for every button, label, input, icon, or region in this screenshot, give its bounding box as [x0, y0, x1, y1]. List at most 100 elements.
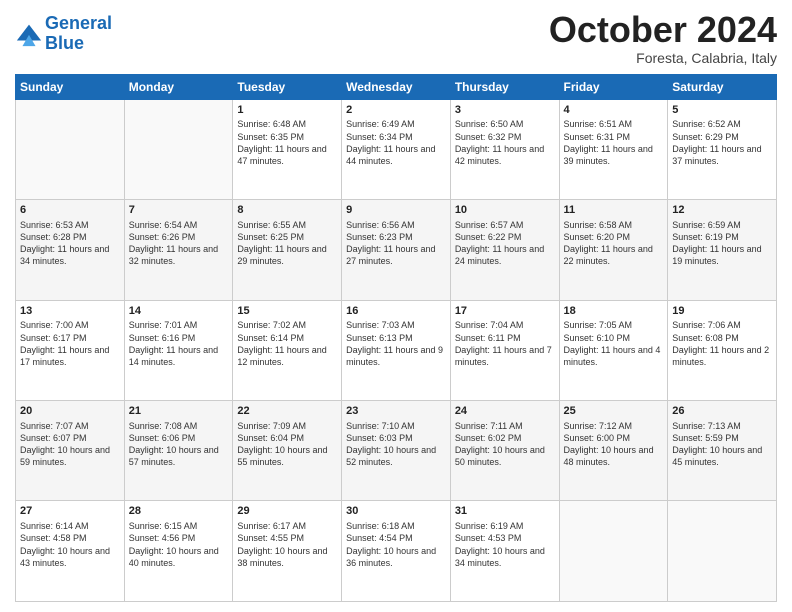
day-info: Sunrise: 6:59 AMSunset: 6:19 PMDaylight:… [672, 219, 772, 268]
col-friday: Friday [559, 74, 668, 99]
day-info: Sunrise: 7:09 AMSunset: 6:04 PMDaylight:… [237, 420, 337, 469]
col-thursday: Thursday [450, 74, 559, 99]
day-info: Sunrise: 6:19 AMSunset: 4:53 PMDaylight:… [455, 520, 555, 569]
day-number: 8 [237, 203, 337, 218]
calendar-cell: 22Sunrise: 7:09 AMSunset: 6:04 PMDayligh… [233, 401, 342, 501]
calendar-cell: 26Sunrise: 7:13 AMSunset: 5:59 PMDayligh… [668, 401, 777, 501]
calendar-cell: 24Sunrise: 7:11 AMSunset: 6:02 PMDayligh… [450, 401, 559, 501]
calendar-table: Sunday Monday Tuesday Wednesday Thursday… [15, 74, 777, 602]
day-number: 15 [237, 304, 337, 319]
calendar-header-row: Sunday Monday Tuesday Wednesday Thursday… [16, 74, 777, 99]
day-number: 30 [346, 504, 446, 519]
calendar-cell: 20Sunrise: 7:07 AMSunset: 6:07 PMDayligh… [16, 401, 125, 501]
day-number: 4 [564, 103, 664, 118]
day-number: 7 [129, 203, 229, 218]
calendar-cell: 15Sunrise: 7:02 AMSunset: 6:14 PMDayligh… [233, 300, 342, 400]
calendar-cell: 18Sunrise: 7:05 AMSunset: 6:10 PMDayligh… [559, 300, 668, 400]
location-subtitle: Foresta, Calabria, Italy [549, 50, 777, 66]
col-tuesday: Tuesday [233, 74, 342, 99]
day-info: Sunrise: 6:49 AMSunset: 6:34 PMDaylight:… [346, 118, 446, 167]
day-info: Sunrise: 7:06 AMSunset: 6:08 PMDaylight:… [672, 319, 772, 368]
day-info: Sunrise: 6:56 AMSunset: 6:23 PMDaylight:… [346, 219, 446, 268]
calendar-cell: 27Sunrise: 6:14 AMSunset: 4:58 PMDayligh… [16, 501, 125, 602]
calendar-cell: 21Sunrise: 7:08 AMSunset: 6:06 PMDayligh… [124, 401, 233, 501]
day-number: 6 [20, 203, 120, 218]
day-info: Sunrise: 6:18 AMSunset: 4:54 PMDaylight:… [346, 520, 446, 569]
col-saturday: Saturday [668, 74, 777, 99]
day-number: 16 [346, 304, 446, 319]
calendar-cell: 11Sunrise: 6:58 AMSunset: 6:20 PMDayligh… [559, 200, 668, 300]
day-number: 13 [20, 304, 120, 319]
day-info: Sunrise: 7:03 AMSunset: 6:13 PMDaylight:… [346, 319, 446, 368]
day-number: 24 [455, 404, 555, 419]
logo: General Blue [15, 14, 112, 54]
day-number: 27 [20, 504, 120, 519]
logo-icon [15, 20, 43, 48]
day-number: 31 [455, 504, 555, 519]
calendar-cell: 14Sunrise: 7:01 AMSunset: 6:16 PMDayligh… [124, 300, 233, 400]
day-number: 20 [20, 404, 120, 419]
day-info: Sunrise: 7:07 AMSunset: 6:07 PMDaylight:… [20, 420, 120, 469]
calendar-cell: 3Sunrise: 6:50 AMSunset: 6:32 PMDaylight… [450, 99, 559, 199]
day-info: Sunrise: 7:11 AMSunset: 6:02 PMDaylight:… [455, 420, 555, 469]
calendar-cell: 2Sunrise: 6:49 AMSunset: 6:34 PMDaylight… [342, 99, 451, 199]
day-info: Sunrise: 6:55 AMSunset: 6:25 PMDaylight:… [237, 219, 337, 268]
day-info: Sunrise: 7:13 AMSunset: 5:59 PMDaylight:… [672, 420, 772, 469]
calendar-cell: 16Sunrise: 7:03 AMSunset: 6:13 PMDayligh… [342, 300, 451, 400]
calendar-week-row-4: 20Sunrise: 7:07 AMSunset: 6:07 PMDayligh… [16, 401, 777, 501]
calendar-cell: 12Sunrise: 6:59 AMSunset: 6:19 PMDayligh… [668, 200, 777, 300]
day-info: Sunrise: 6:51 AMSunset: 6:31 PMDaylight:… [564, 118, 664, 167]
day-number: 29 [237, 504, 337, 519]
day-number: 11 [564, 203, 664, 218]
calendar-cell [559, 501, 668, 602]
day-number: 18 [564, 304, 664, 319]
calendar-cell: 30Sunrise: 6:18 AMSunset: 4:54 PMDayligh… [342, 501, 451, 602]
calendar-cell: 31Sunrise: 6:19 AMSunset: 4:53 PMDayligh… [450, 501, 559, 602]
calendar-cell: 25Sunrise: 7:12 AMSunset: 6:00 PMDayligh… [559, 401, 668, 501]
day-number: 19 [672, 304, 772, 319]
day-info: Sunrise: 6:48 AMSunset: 6:35 PMDaylight:… [237, 118, 337, 167]
calendar-cell: 29Sunrise: 6:17 AMSunset: 4:55 PMDayligh… [233, 501, 342, 602]
calendar-cell: 19Sunrise: 7:06 AMSunset: 6:08 PMDayligh… [668, 300, 777, 400]
calendar-cell: 1Sunrise: 6:48 AMSunset: 6:35 PMDaylight… [233, 99, 342, 199]
logo-general: General [45, 13, 112, 33]
day-info: Sunrise: 7:04 AMSunset: 6:11 PMDaylight:… [455, 319, 555, 368]
col-monday: Monday [124, 74, 233, 99]
calendar-cell [668, 501, 777, 602]
day-number: 26 [672, 404, 772, 419]
day-info: Sunrise: 6:52 AMSunset: 6:29 PMDaylight:… [672, 118, 772, 167]
calendar-cell: 4Sunrise: 6:51 AMSunset: 6:31 PMDaylight… [559, 99, 668, 199]
day-info: Sunrise: 6:54 AMSunset: 6:26 PMDaylight:… [129, 219, 229, 268]
calendar-cell: 7Sunrise: 6:54 AMSunset: 6:26 PMDaylight… [124, 200, 233, 300]
day-info: Sunrise: 7:12 AMSunset: 6:00 PMDaylight:… [564, 420, 664, 469]
day-info: Sunrise: 7:00 AMSunset: 6:17 PMDaylight:… [20, 319, 120, 368]
day-info: Sunrise: 6:14 AMSunset: 4:58 PMDaylight:… [20, 520, 120, 569]
calendar-cell: 10Sunrise: 6:57 AMSunset: 6:22 PMDayligh… [450, 200, 559, 300]
calendar-cell: 13Sunrise: 7:00 AMSunset: 6:17 PMDayligh… [16, 300, 125, 400]
col-wednesday: Wednesday [342, 74, 451, 99]
day-number: 12 [672, 203, 772, 218]
day-number: 21 [129, 404, 229, 419]
day-number: 23 [346, 404, 446, 419]
day-number: 14 [129, 304, 229, 319]
day-info: Sunrise: 7:05 AMSunset: 6:10 PMDaylight:… [564, 319, 664, 368]
calendar-cell: 9Sunrise: 6:56 AMSunset: 6:23 PMDaylight… [342, 200, 451, 300]
day-info: Sunrise: 6:57 AMSunset: 6:22 PMDaylight:… [455, 219, 555, 268]
day-number: 17 [455, 304, 555, 319]
calendar-cell [124, 99, 233, 199]
calendar-week-row-2: 6Sunrise: 6:53 AMSunset: 6:28 PMDaylight… [16, 200, 777, 300]
calendar-cell: 6Sunrise: 6:53 AMSunset: 6:28 PMDaylight… [16, 200, 125, 300]
col-sunday: Sunday [16, 74, 125, 99]
day-info: Sunrise: 6:53 AMSunset: 6:28 PMDaylight:… [20, 219, 120, 268]
calendar-week-row-1: 1Sunrise: 6:48 AMSunset: 6:35 PMDaylight… [16, 99, 777, 199]
day-number: 25 [564, 404, 664, 419]
day-info: Sunrise: 7:02 AMSunset: 6:14 PMDaylight:… [237, 319, 337, 368]
day-number: 9 [346, 203, 446, 218]
calendar-week-row-3: 13Sunrise: 7:00 AMSunset: 6:17 PMDayligh… [16, 300, 777, 400]
day-number: 1 [237, 103, 337, 118]
day-info: Sunrise: 6:58 AMSunset: 6:20 PMDaylight:… [564, 219, 664, 268]
day-info: Sunrise: 6:50 AMSunset: 6:32 PMDaylight:… [455, 118, 555, 167]
day-number: 5 [672, 103, 772, 118]
day-info: Sunrise: 6:17 AMSunset: 4:55 PMDaylight:… [237, 520, 337, 569]
logo-blue: Blue [45, 33, 84, 53]
